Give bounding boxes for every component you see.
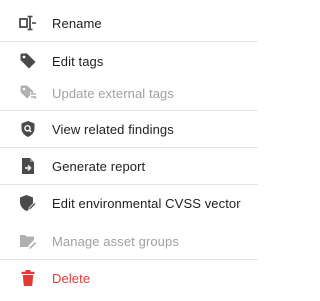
menu-item-label: Manage asset groups xyxy=(52,233,179,249)
menu-item-generate-report[interactable]: Generate report xyxy=(0,153,258,179)
divider xyxy=(0,147,258,148)
menu-item-delete[interactable]: Delete xyxy=(0,265,258,291)
menu-item-label: Update external tags xyxy=(52,85,174,101)
rename-icon xyxy=(19,14,37,32)
divider xyxy=(0,41,258,42)
menu-item-manage-asset-groups[interactable]: Manage asset groups xyxy=(0,228,258,254)
folder-edit-icon xyxy=(19,232,37,250)
trash-icon xyxy=(19,269,37,287)
menu-item-edit-environmental-cvss-vector[interactable]: Edit environmental CVSS vector xyxy=(0,190,258,216)
menu-item-edit-tags[interactable]: Edit tags xyxy=(0,48,258,74)
menu-item-label: Edit environmental CVSS vector xyxy=(52,195,241,211)
menu-item-label: Generate report xyxy=(52,158,146,174)
divider xyxy=(0,184,258,185)
divider xyxy=(0,259,258,260)
tag-sync-icon xyxy=(19,84,37,102)
menu-item-label: Edit tags xyxy=(52,53,104,69)
menu-item-view-related-findings[interactable]: View related findings xyxy=(0,116,258,142)
shield-edit-icon xyxy=(19,194,37,212)
context-menu: Rename Edit tags Update external tags Vi… xyxy=(0,0,258,301)
tag-icon xyxy=(19,52,37,70)
report-export-icon xyxy=(19,157,37,175)
menu-item-label: View related findings xyxy=(52,121,174,137)
menu-item-label: Delete xyxy=(52,270,91,286)
divider xyxy=(0,110,258,111)
menu-item-update-external-tags[interactable]: Update external tags xyxy=(0,80,258,106)
menu-item-rename[interactable]: Rename xyxy=(0,10,258,36)
menu-item-label: Rename xyxy=(52,15,102,31)
shield-search-icon xyxy=(19,120,37,138)
